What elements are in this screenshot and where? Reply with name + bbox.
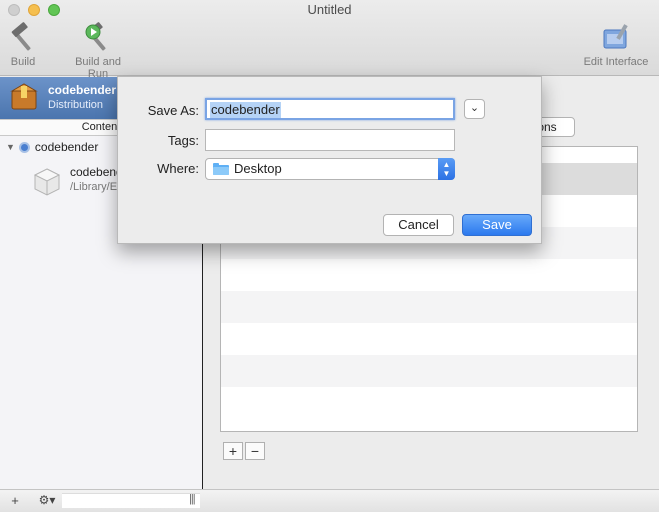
folder-icon bbox=[213, 163, 229, 175]
gear-menu-button[interactable]: ⚙▾ bbox=[34, 492, 60, 509]
hammer-icon bbox=[11, 22, 31, 51]
table-row[interactable] bbox=[221, 259, 637, 291]
window-titlebar: Untitled Build Build and Run Edit Interf… bbox=[0, 0, 659, 80]
sidebar-add-button[interactable]: + bbox=[6, 492, 24, 509]
tree-root-label: codebender bbox=[34, 140, 99, 154]
window-title: Untitled bbox=[307, 2, 352, 17]
select-stepper-icon: ▲ ▼ bbox=[438, 158, 455, 180]
tags-field[interactable] bbox=[205, 129, 455, 151]
table-row[interactable] bbox=[221, 291, 637, 323]
where-label: Where: bbox=[157, 161, 199, 176]
package-icon bbox=[10, 83, 38, 110]
build-button[interactable]: Build bbox=[4, 22, 42, 68]
remove-button[interactable]: − bbox=[245, 442, 265, 460]
sidebar-filter-field[interactable] bbox=[62, 493, 200, 508]
save-button[interactable]: Save bbox=[462, 214, 532, 236]
target-icon bbox=[18, 141, 30, 153]
hammer-play-icon bbox=[85, 22, 106, 51]
package-path: /Library/E bbox=[70, 181, 118, 193]
table-row[interactable] bbox=[221, 323, 637, 355]
table-row[interactable] bbox=[221, 355, 637, 387]
disclosure-triangle-icon[interactable]: ▼ bbox=[6, 142, 15, 152]
add-button[interactable]: + bbox=[223, 442, 243, 460]
where-value: Desktop bbox=[234, 161, 282, 176]
build-label: Build bbox=[10, 56, 36, 68]
edit-interface-label: Edit Interface bbox=[583, 56, 649, 68]
where-select[interactable]: Desktop ▲ ▼ bbox=[205, 158, 455, 180]
resize-grip-icon[interactable]: ||| bbox=[189, 493, 196, 505]
edit-interface-button[interactable]: Edit Interface bbox=[578, 22, 654, 68]
expand-dialog-button[interactable]: ⌄ bbox=[464, 99, 485, 119]
tags-label: Tags: bbox=[167, 133, 199, 148]
sidebar-bottom-bar: + ⚙▾ ||| bbox=[0, 489, 659, 512]
project-subtitle: Distribution bbox=[48, 99, 104, 111]
cancel-button[interactable]: Cancel bbox=[383, 214, 454, 236]
table-row[interactable] bbox=[221, 387, 637, 419]
tree-root-row[interactable]: ▼ codebender bbox=[6, 140, 98, 154]
save-dialog: Save As: codebender ⌄ Tags: Where: Deskt… bbox=[117, 76, 542, 244]
project-name: codebender bbox=[48, 83, 117, 97]
build-and-run-button[interactable]: Build and Run bbox=[70, 22, 126, 80]
chevron-down-icon: ⌄ bbox=[469, 102, 480, 114]
interface-editor-icon bbox=[603, 24, 628, 49]
package-box-icon bbox=[33, 168, 61, 196]
save-as-label: Save As: bbox=[147, 103, 199, 118]
save-as-field[interactable]: codebender bbox=[205, 98, 455, 120]
save-as-value: codebender bbox=[210, 102, 281, 118]
